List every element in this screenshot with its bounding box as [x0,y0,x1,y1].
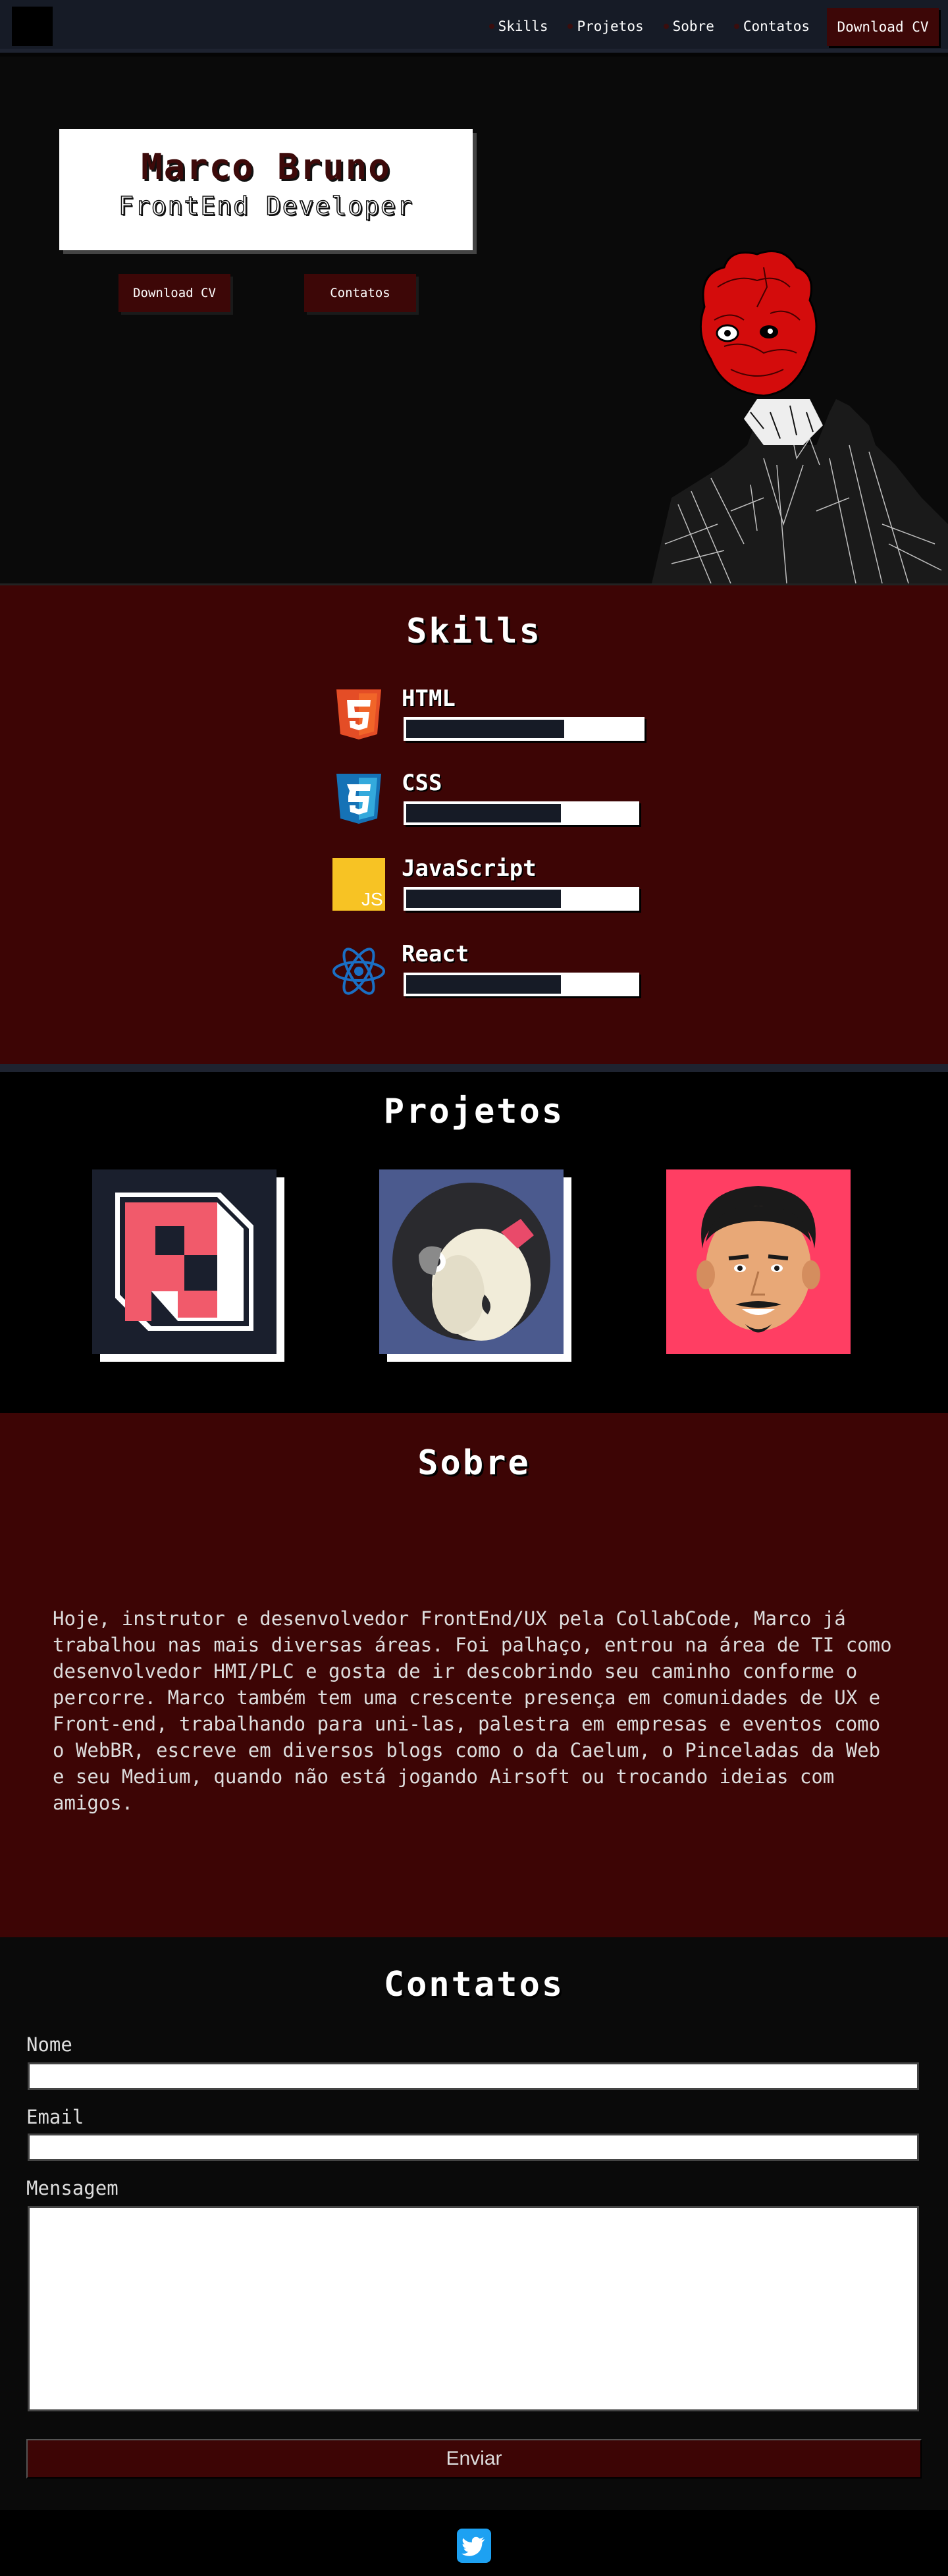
email-label: Email [26,2106,84,2128]
top-navbar: Skills Projetos Sobre Contatos Download … [0,0,948,53]
skill-react: React [332,941,648,1009]
skill-name: JavaScript [402,855,537,882]
hero-illustration [652,250,948,583]
penguin-avatar-icon [379,1169,564,1354]
project-card-caricature[interactable] [666,1169,851,1354]
javascript-icon: JS [332,858,385,911]
bullet-icon [567,24,573,29]
logo[interactable] [12,7,53,46]
skill-progress-bar [404,887,639,911]
bullet-icon [663,24,669,29]
download-cv-button[interactable]: Download CV [827,8,939,46]
contatos-title: Contatos [383,1965,565,2004]
hero-title-card: Marco Bruno FrontEnd Developer [59,129,473,250]
contatos-section: Contatos Nome Email Mensagem Enviar [0,1937,948,2510]
skill-progress-fill [564,720,642,738]
fernando-logo-icon [92,1169,276,1354]
skill-progress-fill [560,890,637,908]
html5-icon [336,689,381,739]
hero-name: Marco Bruno [141,146,391,188]
mensagem-field[interactable] [28,2206,919,2411]
skill-progress-bar [404,973,639,996]
sobre-section: Sobre Hoje, instrutor e desenvolvedor Fr… [0,1413,948,1937]
project-card-fernando-logo[interactable] [92,1169,276,1354]
nav-link-label: Sobre [672,18,714,34]
email-field[interactable] [28,2133,919,2161]
skill-name: HTML [402,685,456,712]
skill-name: CSS [402,770,442,796]
enviar-button[interactable]: Enviar [26,2439,922,2479]
hero-download-cv-button[interactable]: Download CV [118,274,230,312]
css3-icon [336,774,381,824]
bullet-icon [733,24,739,29]
caricature-avatar-icon [666,1169,851,1354]
nav-link-sobre[interactable]: Sobre [663,18,714,34]
nome-field[interactable] [28,2062,919,2090]
projetos-title: Projetos [383,1092,565,1131]
svg-text:JS: JS [361,889,383,909]
skill-name: React [402,941,469,967]
bullet-icon [488,24,494,29]
twitter-icon [457,2529,491,2563]
skill-html: HTML [332,685,648,754]
hero-contatos-button[interactable]: Contatos [304,274,416,312]
hero-role: FrontEnd Developer [118,191,413,221]
skills-title: Skills [406,612,542,651]
nav-link-label: Skills [498,18,548,34]
skill-css: CSS [332,770,648,838]
nav-link-skills[interactable]: Skills [488,18,548,34]
skill-progress-bar [404,717,645,741]
projetos-section: Projetos [0,1064,948,1413]
nav-link-contatos[interactable]: Contatos [733,18,810,34]
sobre-paragraph: Hoje, instrutor e desenvolvedor FrontEnd… [53,1607,892,1814]
skill-progress-fill [560,804,637,822]
nome-label: Nome [26,2033,72,2056]
nav-link-label: Projetos [577,18,644,34]
react-icon [332,948,385,995]
nav-link-label: Contatos [743,18,810,34]
skill-javascript: JS JavaScript [332,855,648,924]
hero-section: Marco Bruno FrontEnd Developer Download … [0,57,948,583]
mensagem-label: Mensagem [26,2177,118,2199]
nav-link-projetos[interactable]: Projetos [567,18,644,34]
nav-links: Skills Projetos Sobre Contatos [488,0,810,53]
skill-progress-fill [560,975,637,994]
skills-section: Skills HTML CSS JS JavaScript React [0,583,948,1064]
project-card-penguin[interactable] [379,1169,564,1354]
footer [0,2510,948,2576]
sobre-title: Sobre [417,1443,531,1483]
skill-progress-bar [404,801,639,825]
twitter-link[interactable] [457,2529,491,2563]
